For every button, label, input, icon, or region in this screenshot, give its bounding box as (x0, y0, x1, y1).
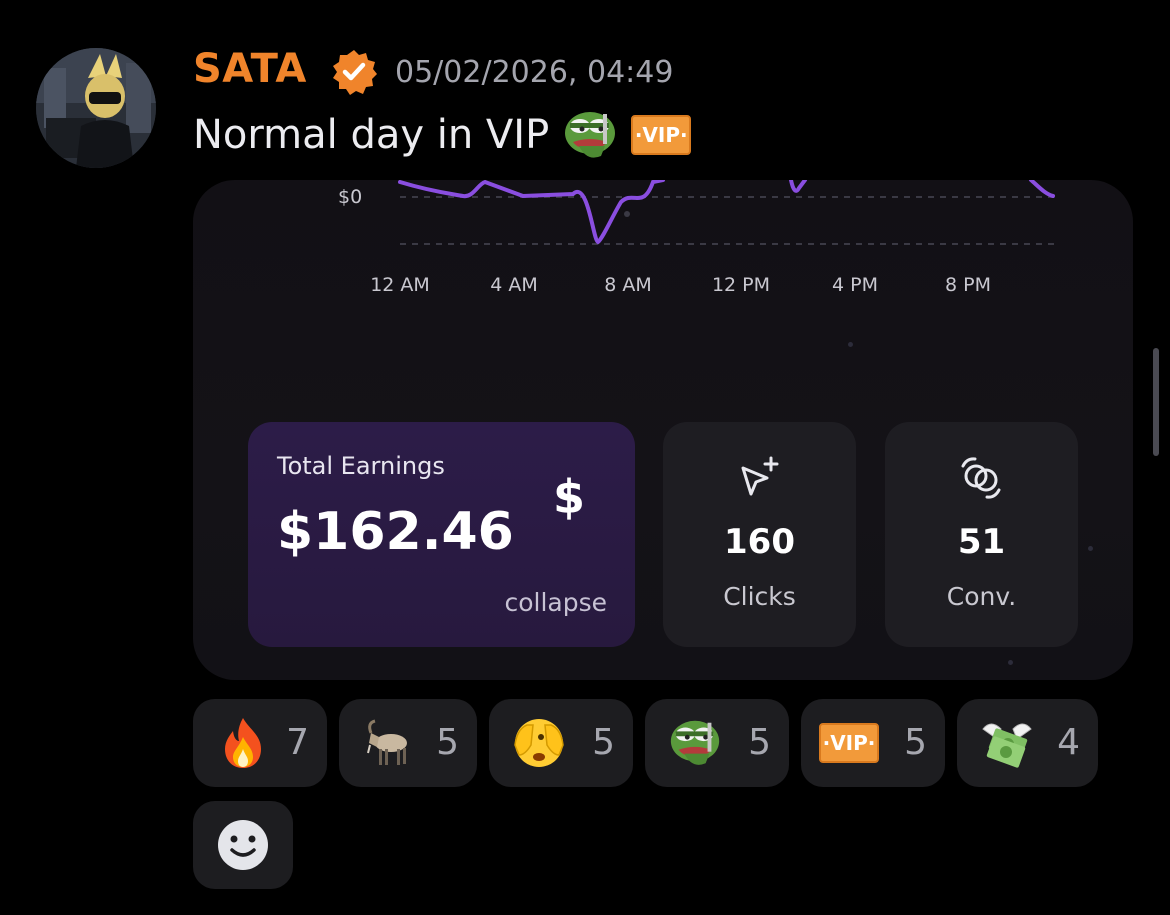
reaction-count: 5 (748, 722, 771, 763)
background-speck (848, 342, 853, 347)
background-speck (1008, 660, 1013, 665)
total-earnings-card: Total Earnings $162.46 $ collapse (248, 422, 635, 647)
reaction-peeking-face[interactable]: 5 (489, 699, 633, 787)
x-tick-4am: 4 AM (490, 274, 538, 296)
cursor-click-icon (741, 456, 779, 496)
fire-emoji-icon (225, 718, 261, 768)
message-content: Normal day in VIP ·VIP· (193, 108, 692, 162)
reaction-goat[interactable]: 5 (339, 699, 477, 787)
x-tick-8pm: 8 PM (945, 274, 991, 296)
x-tick-4pm: 4 PM (832, 274, 878, 296)
goat-emoji-icon (367, 719, 407, 765)
x-tick-8am: 8 AM (604, 274, 652, 296)
user-avatar[interactable] (36, 48, 156, 168)
author-name[interactable]: SATA (193, 44, 307, 94)
reaction-money-wings[interactable]: 4 (957, 699, 1098, 787)
vip-emoji-icon: ·VIP· (631, 115, 692, 155)
vip-emoji-icon: ·VIP· (819, 723, 879, 763)
face-peeking-emoji-icon (514, 719, 564, 767)
verified-badge-icon (333, 50, 377, 95)
reaction-count: 5 (436, 722, 459, 763)
conversions-value: 51 (957, 522, 1006, 562)
dollar-icon: $ (553, 470, 586, 524)
x-tick-12pm: 12 PM (712, 274, 770, 296)
reaction-count: 4 (1057, 722, 1080, 763)
x-tick-12am: 12 AM (370, 274, 430, 296)
scrollbar[interactable] (1153, 348, 1159, 456)
earnings-value: $162.46 (277, 502, 514, 562)
reaction-count: 7 (286, 722, 309, 763)
conversions-label: Conv. (946, 582, 1017, 611)
y-axis-tick: $0 (338, 186, 362, 208)
reaction-fire[interactable]: 7 (193, 699, 327, 787)
collapse-link: collapse (504, 588, 607, 617)
reaction-pepe[interactable]: 5 (645, 699, 789, 787)
x-axis-ticks: 12 AM 4 AM 8 AM 12 PM 4 PM 8 PM (370, 274, 991, 296)
conversion-rings-icon (961, 457, 1001, 499)
earnings-label: Total Earnings (277, 452, 445, 480)
reaction-count: 5 (904, 722, 927, 763)
message-text: Normal day in VIP (193, 112, 550, 158)
smiley-icon (218, 820, 268, 870)
reaction-count: 5 (592, 722, 615, 763)
pepe-emoji-icon (565, 112, 616, 158)
conversions-card: 51 Conv. (885, 422, 1078, 647)
reaction-vip[interactable]: ·VIP· 5 (801, 699, 945, 787)
background-speck (1088, 546, 1093, 551)
pepe-emoji-icon (670, 720, 720, 765)
clicks-card: 160 Clicks (663, 422, 856, 647)
money-with-wings-emoji-icon (982, 723, 1032, 768)
embedded-image[interactable]: $0 12 AM 4 AM 8 AM 12 PM 4 PM 8 PM Total… (193, 180, 1133, 680)
message-timestamp: 05/02/2026, 04:49 (395, 55, 674, 90)
clicks-label: Clicks (723, 582, 796, 611)
add-reaction-button[interactable] (193, 801, 293, 889)
clicks-value: 160 (724, 522, 795, 562)
